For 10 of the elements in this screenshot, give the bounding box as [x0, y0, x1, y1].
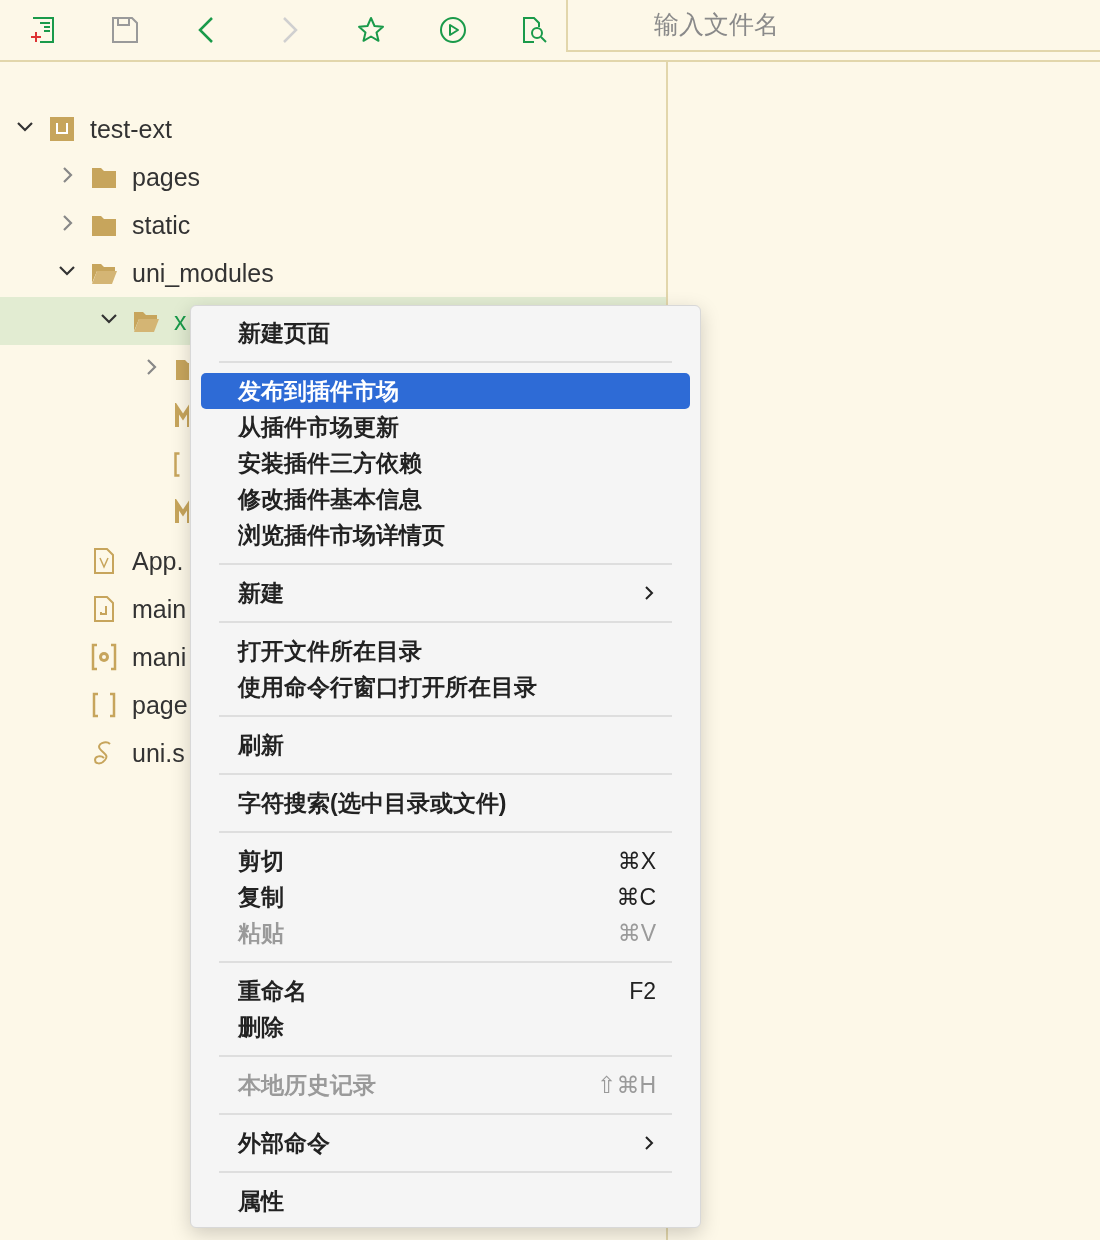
tree-item-label: App.: [132, 546, 184, 576]
tree-item-label: page: [132, 690, 188, 720]
tree-item-label: test-ext: [90, 114, 172, 144]
tree-item-label: uni_modules: [132, 258, 274, 288]
tree-item-label: x: [174, 306, 187, 336]
tree-item-label: uni.s: [132, 738, 185, 768]
tree-item-label: static: [132, 210, 191, 240]
tree-item-label: mani: [132, 642, 187, 672]
tree-item-label: pages: [132, 162, 201, 192]
tree-item-label: main: [132, 594, 187, 624]
